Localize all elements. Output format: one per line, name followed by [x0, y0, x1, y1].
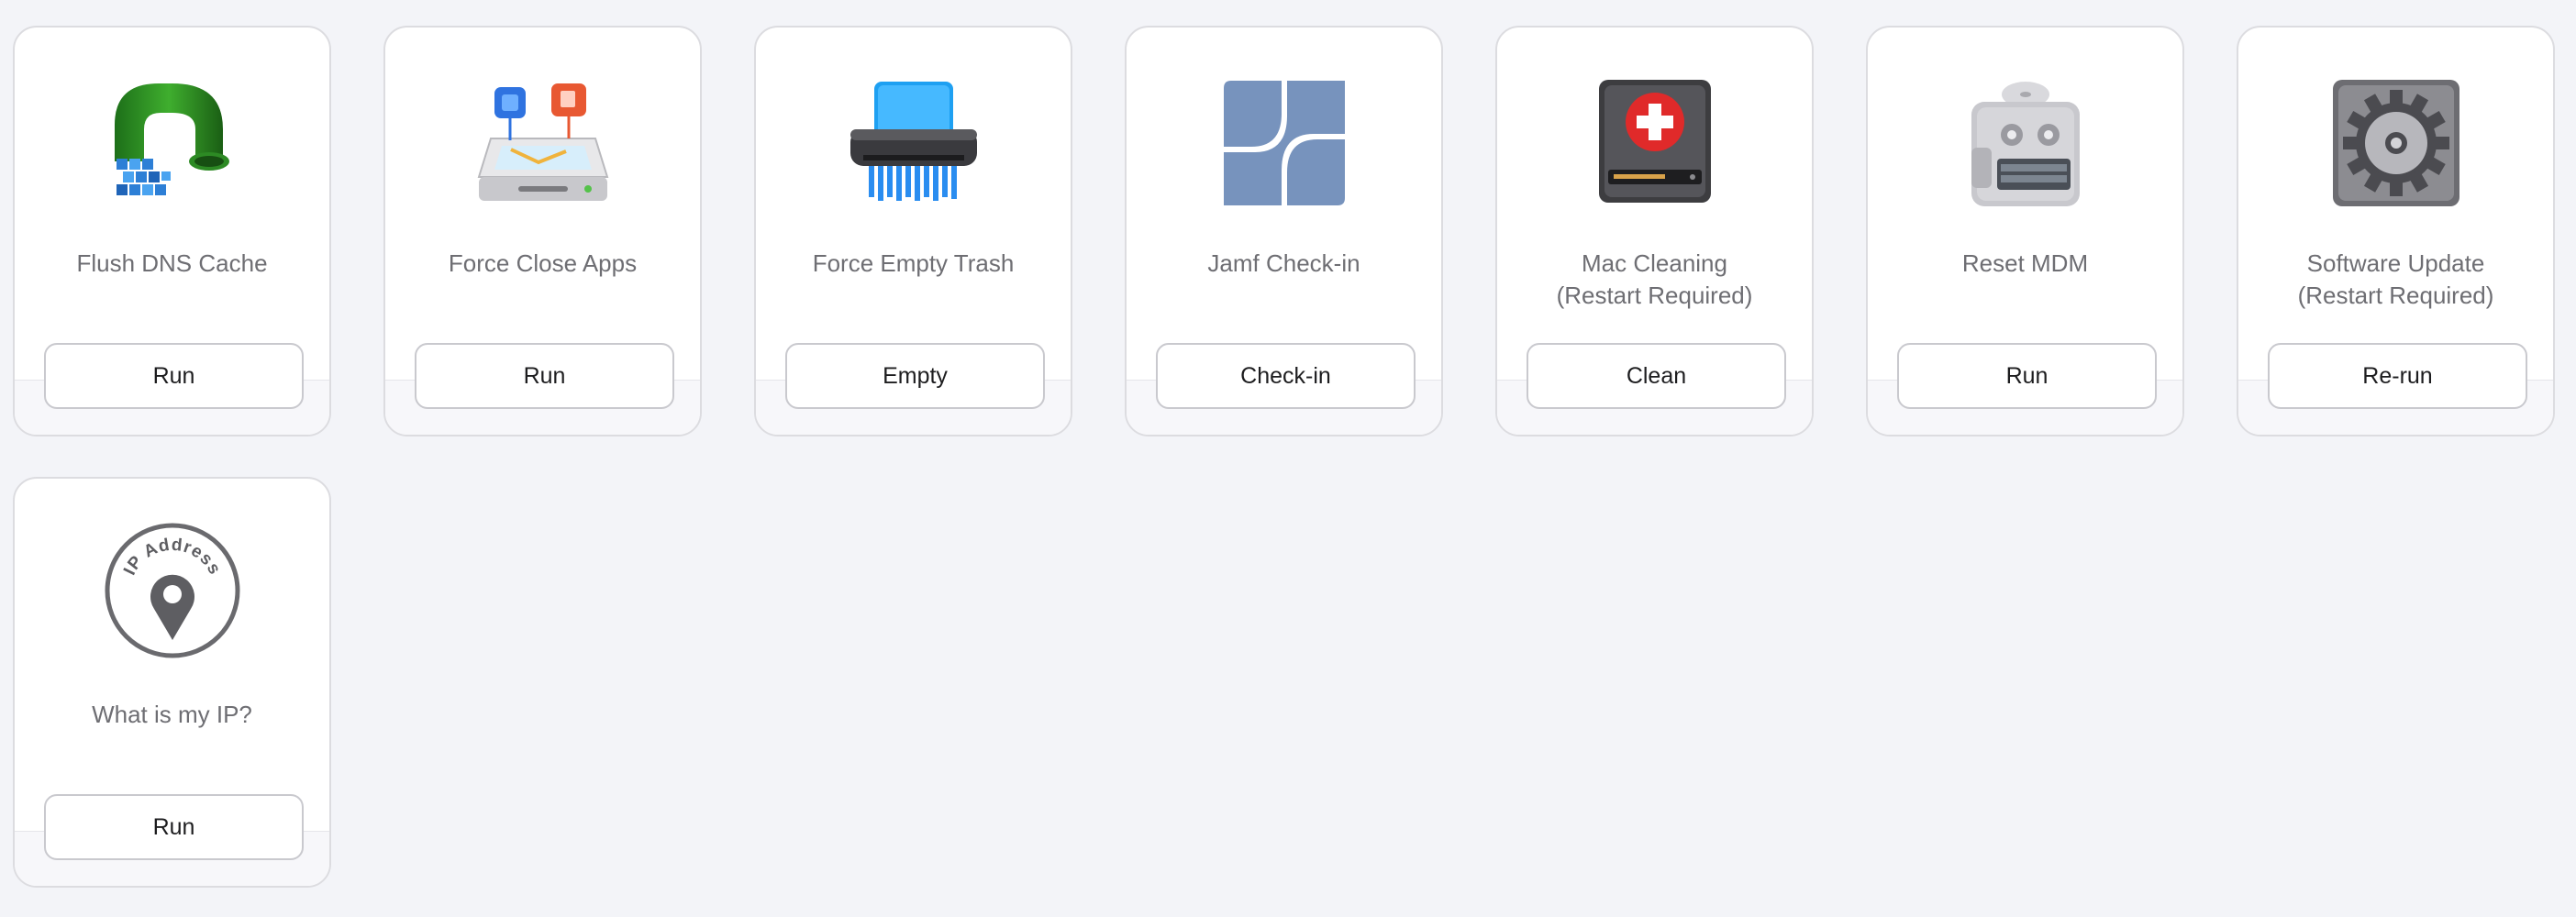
drive-first-aid-icon — [1497, 73, 1812, 213]
card-subtitle: (Restart Required) — [2297, 282, 2494, 309]
card-title: Jamf Check-in — [1136, 248, 1432, 280]
card-title-line: Mac Cleaning — [1582, 249, 1727, 277]
shredder-icon — [756, 73, 1071, 213]
card-title: Software Update (Restart Required) — [2248, 248, 2544, 312]
card-subtitle: (Restart Required) — [1556, 282, 1753, 309]
card-title-line: Force Empty Trash — [812, 249, 1015, 277]
re-run-button[interactable]: Re-run — [2268, 343, 2527, 409]
card-title-line: What is my IP? — [92, 701, 252, 728]
drive-apps-icon — [385, 73, 700, 213]
card-what-is-my-ip: IP Address What is my IP? Run — [13, 477, 331, 888]
mdm-device-icon — [1868, 73, 2182, 213]
card-title-line: Flush DNS Cache — [76, 249, 268, 277]
check-in-button[interactable]: Check-in — [1156, 343, 1416, 409]
card-software-update: Software Update (Restart Required) Re-ru… — [2237, 26, 2555, 436]
card-title: Mac Cleaning (Restart Required) — [1506, 248, 1803, 312]
run-button[interactable]: Run — [44, 794, 304, 860]
jamf-icon — [1127, 73, 1441, 213]
card-title-line: Software Update — [2306, 249, 2485, 277]
ip-address-pin-icon: IP Address — [15, 521, 329, 660]
card-title: Force Empty Trash — [765, 248, 1061, 280]
empty-button[interactable]: Empty — [785, 343, 1045, 409]
run-button[interactable]: Run — [415, 343, 674, 409]
card-jamf-check-in: Jamf Check-in Check-in — [1125, 26, 1443, 436]
card-mac-cleaning: Mac Cleaning (Restart Required) Clean — [1495, 26, 1814, 436]
card-flush-dns-cache: Flush DNS Cache Run — [13, 26, 331, 436]
pipe-icon — [15, 73, 329, 213]
card-title-line: Force Close Apps — [448, 249, 638, 277]
card-title: Reset MDM — [1877, 248, 2173, 280]
run-button[interactable]: Run — [44, 343, 304, 409]
gear-icon — [2238, 73, 2553, 213]
card-title: Force Close Apps — [394, 248, 691, 280]
clean-button[interactable]: Clean — [1527, 343, 1786, 409]
card-title: Flush DNS Cache — [24, 248, 320, 280]
card-title-line: Jamf Check-in — [1207, 249, 1360, 277]
run-button[interactable]: Run — [1897, 343, 2157, 409]
card-force-empty-trash: Force Empty Trash Empty — [754, 26, 1072, 436]
card-title: What is my IP? — [24, 699, 320, 731]
card-force-close-apps: Force Close Apps Run — [383, 26, 702, 436]
card-title-line: Reset MDM — [1961, 249, 2089, 277]
card-reset-mdm: Reset MDM Run — [1866, 26, 2184, 436]
